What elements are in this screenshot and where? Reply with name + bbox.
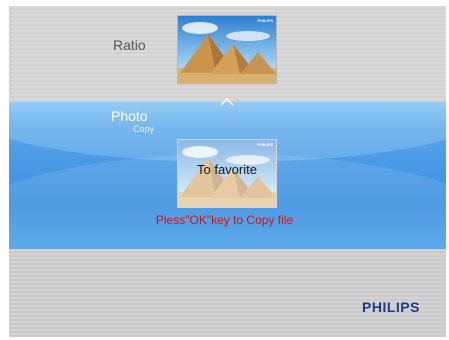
brand-logo: PHILIPS (362, 299, 420, 315)
chevron-up-icon[interactable] (220, 98, 234, 106)
thumbnail-brand-mark: PHILIPS (257, 18, 273, 23)
menu-item-photo[interactable]: Photo (111, 108, 148, 124)
to-favorite-label[interactable]: To favorite (178, 162, 276, 177)
menu-band-bottom (9, 249, 446, 337)
menu-subitem-copy[interactable]: Copy (133, 124, 154, 134)
ratio-photo-thumbnail: PHILIPS (177, 15, 277, 84)
menu-item-ratio[interactable]: Ratio (113, 37, 146, 53)
copy-hint-message: Pless"OK"key to Copy file (155, 213, 294, 227)
